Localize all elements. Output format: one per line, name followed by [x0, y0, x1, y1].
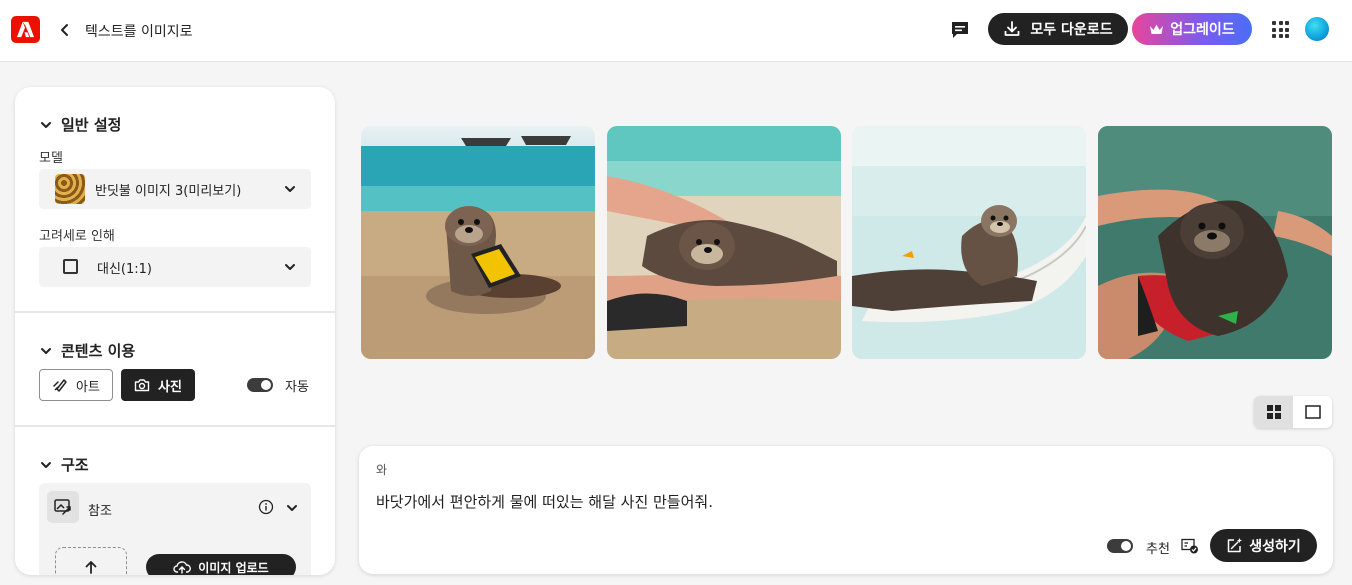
chevron-down-icon: [285, 264, 295, 270]
single-view-button[interactable]: [1293, 396, 1332, 428]
generate-icon: [1227, 538, 1243, 553]
model-thumbnail: [55, 174, 85, 204]
generate-label: 생성하기: [1249, 538, 1301, 555]
aspect-ratio-value: 대신(1:1): [97, 262, 152, 277]
divider: [15, 425, 335, 427]
breadcrumb[interactable]: 텍스트를 이미지로: [85, 21, 193, 41]
upgrade-label: 업그레이드: [1170, 22, 1235, 38]
content-type-header[interactable]: 콘텐츠 이용: [39, 340, 135, 361]
adobe-logo-icon[interactable]: [11, 16, 40, 43]
arrow-up-icon: [85, 561, 97, 574]
avatar[interactable]: [1305, 17, 1329, 41]
style-check-icon[interactable]: [1181, 538, 1199, 554]
art-button[interactable]: 아트: [39, 369, 113, 401]
photo-button[interactable]: 사진: [121, 369, 195, 401]
recommend-toggle[interactable]: [1107, 539, 1133, 553]
chevron-down-icon: [41, 347, 51, 354]
divider: [15, 311, 335, 313]
model-value: 반딧불 이미지 3(미리보기): [95, 184, 242, 199]
structure-header[interactable]: 구조: [39, 454, 89, 475]
prompt-input[interactable]: 바닷가에서 편안하게 물에 떠있는 해달 사진 만들어줘.: [376, 491, 713, 512]
back-chevron-icon[interactable]: [58, 20, 72, 40]
reference-label: 참조: [88, 504, 112, 519]
structure-title: 구조: [61, 456, 89, 474]
download-all-button[interactable]: 모두 다운로드: [988, 13, 1128, 45]
comment-icon[interactable]: [949, 19, 971, 41]
reference-section: 참조 이미지 업로드: [39, 483, 311, 575]
prompt-label: 와: [376, 463, 388, 477]
square-icon: [1304, 405, 1321, 419]
content-type-title: 콘텐츠 이용: [61, 342, 136, 360]
aspect-ratio-label: 고려세로 인해: [39, 229, 115, 244]
generated-image-1[interactable]: [361, 126, 595, 359]
settings-panel: 일반 설정 모델 반딧불 이미지 3(미리보기) 고려세로 인해 대신(1:1)…: [15, 87, 335, 575]
grid-icon: [1266, 405, 1281, 419]
upgrade-button[interactable]: 업그레이드: [1132, 13, 1252, 45]
upload-drop-zone[interactable]: [55, 547, 127, 575]
chevron-down-icon: [41, 121, 51, 128]
info-icon[interactable]: [258, 499, 274, 515]
download-icon: [1005, 21, 1020, 36]
square-icon: [63, 259, 78, 274]
download-all-label: 모두 다운로드: [1030, 22, 1113, 38]
model-select[interactable]: 반딧불 이미지 3(미리보기): [39, 169, 311, 209]
brush-icon: [53, 379, 67, 392]
recommend-label: 추천: [1146, 542, 1170, 557]
generated-image-4[interactable]: [1098, 126, 1332, 359]
crown-icon: [1150, 24, 1164, 34]
reference-image-icon: [47, 491, 79, 523]
camera-icon: [134, 379, 150, 392]
prompt-box: 와 바닷가에서 편안하게 물에 떠있는 해달 사진 만들어줘. 추천 생성하기: [359, 446, 1333, 574]
generate-button[interactable]: 생성하기: [1210, 529, 1317, 562]
photo-label: 사진: [158, 379, 182, 395]
general-settings-header[interactable]: 일반 설정: [39, 114, 121, 135]
chevron-down-icon[interactable]: [285, 501, 299, 515]
aspect-ratio-select[interactable]: 대신(1:1): [39, 247, 311, 287]
app-grid-icon[interactable]: [1272, 21, 1289, 38]
auto-toggle[interactable]: [247, 378, 273, 392]
general-settings-title: 일반 설정: [61, 116, 122, 134]
chevron-down-icon: [285, 186, 295, 192]
view-toggle: [1254, 396, 1332, 428]
top-bar: 텍스트를 이미지로 모두 다운로드 업그레이드: [0, 0, 1352, 62]
upload-image-button[interactable]: 이미지 업로드: [146, 554, 296, 575]
chevron-down-icon: [41, 461, 51, 468]
model-label: 모델: [39, 151, 63, 166]
art-label: 아트: [76, 379, 100, 395]
generated-image-3[interactable]: [852, 126, 1086, 359]
grid-view-button[interactable]: [1254, 396, 1293, 428]
cloud-upload-icon: [173, 561, 192, 574]
generated-image-2[interactable]: [607, 126, 841, 359]
auto-label: 자동: [285, 380, 309, 395]
upload-label: 이미지 업로드: [198, 560, 269, 575]
